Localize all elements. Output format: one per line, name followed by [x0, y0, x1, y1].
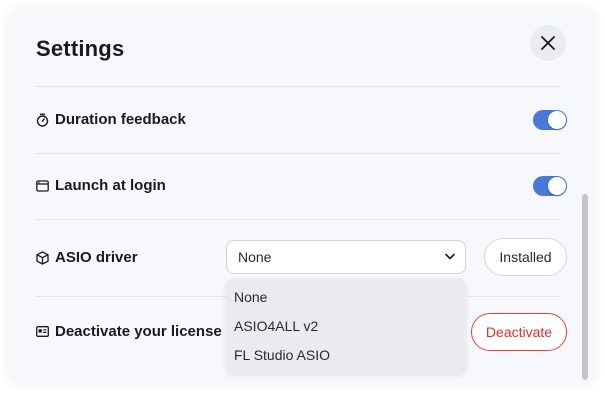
deactivate-button[interactable]: Deactivate — [471, 313, 567, 351]
installed-button[interactable]: Installed — [484, 238, 567, 276]
dialog-title: Settings — [36, 36, 125, 61]
dropdown-option-none[interactable]: None — [226, 282, 466, 311]
divider — [36, 153, 560, 154]
scrollbar[interactable] — [582, 194, 588, 380]
stopwatch-icon — [36, 113, 49, 127]
divider — [36, 86, 560, 87]
select-value: None — [238, 249, 272, 265]
row-deactivate-license: Deactivate your license — [36, 323, 222, 340]
close-icon — [541, 36, 555, 50]
window-icon — [36, 179, 49, 192]
close-button[interactable] — [530, 25, 566, 61]
row-duration-feedback: Duration feedback — [36, 111, 186, 128]
dropdown-option-asio4all[interactable]: ASIO4ALL v2 — [226, 311, 466, 340]
asio-driver-dropdown: None ASIO4ALL v2 FL Studio ASIO — [226, 278, 466, 374]
dropdown-option-fl-studio-asio[interactable]: FL Studio ASIO — [226, 340, 466, 369]
settings-dialog: Settings Duration feedback Launch at log… — [8, 8, 596, 385]
row-asio-driver: ASIO driver — [36, 249, 138, 266]
row-label-deactivate-license: Deactivate your license — [55, 323, 222, 340]
row-launch-at-login: Launch at login — [36, 177, 166, 194]
divider — [36, 219, 560, 220]
row-label-duration-feedback: Duration feedback — [55, 111, 186, 128]
toggle-knob — [548, 111, 566, 129]
duration-feedback-toggle[interactable] — [533, 110, 567, 130]
id-card-icon — [36, 326, 49, 337]
row-label-launch-at-login: Launch at login — [55, 177, 166, 194]
asio-driver-select[interactable]: None — [226, 240, 466, 274]
cube-icon — [36, 250, 49, 265]
chevron-down-icon — [445, 253, 455, 260]
launch-at-login-toggle[interactable] — [533, 176, 567, 196]
row-label-asio-driver: ASIO driver — [55, 249, 138, 266]
toggle-knob — [548, 177, 566, 195]
